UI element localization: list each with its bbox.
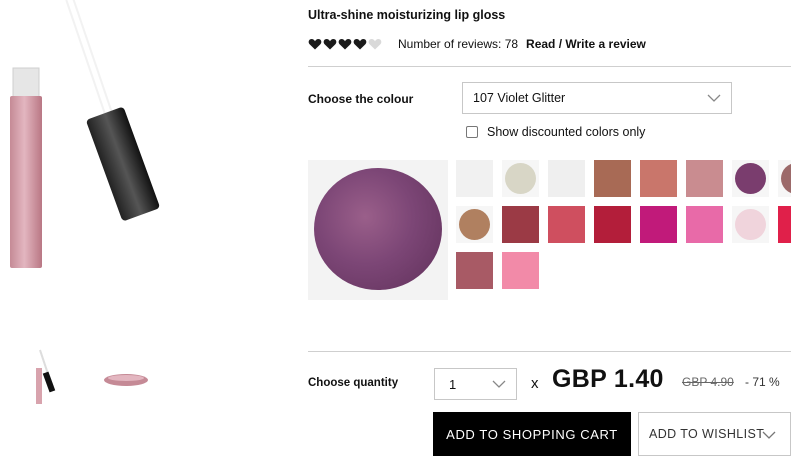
shade-swatch-color bbox=[548, 206, 585, 243]
selected-shade-swatch bbox=[314, 168, 442, 290]
shade-swatch-color bbox=[640, 206, 677, 243]
shade-swatch-color bbox=[456, 160, 493, 197]
shade-swatch[interactable] bbox=[456, 160, 493, 197]
add-to-wishlist-button[interactable]: ADD TO WISHLIST bbox=[638, 412, 791, 456]
heart-filled-icon bbox=[323, 38, 337, 50]
shade-swatch[interactable] bbox=[594, 206, 631, 243]
rating-hearts bbox=[308, 37, 382, 51]
shade-swatch[interactable] bbox=[548, 206, 585, 243]
heart-filled-icon bbox=[338, 38, 352, 50]
shade-swatch-color bbox=[781, 163, 791, 194]
chevron-down-icon bbox=[492, 380, 506, 388]
add-to-cart-button[interactable]: ADD TO SHOPPING CART bbox=[433, 412, 631, 456]
shade-swatch-color bbox=[505, 163, 536, 194]
lip-gloss-image bbox=[10, 0, 160, 268]
thumbnail-product[interactable] bbox=[28, 348, 68, 408]
shade-swatch-color bbox=[735, 163, 766, 194]
review-count: Number of reviews: 78 bbox=[398, 37, 519, 51]
thumbnail-gloss-smear-image bbox=[104, 374, 148, 386]
shade-swatch[interactable] bbox=[456, 206, 493, 243]
thumbnail-swatch[interactable] bbox=[100, 360, 152, 400]
shade-swatch-color bbox=[778, 206, 791, 243]
heart-filled-icon bbox=[308, 38, 322, 50]
divider bbox=[308, 66, 791, 67]
shade-swatch[interactable] bbox=[502, 160, 539, 197]
quantity-dropdown[interactable]: 1 bbox=[434, 368, 517, 400]
quantity-label: Choose quantity bbox=[308, 377, 399, 389]
shade-swatch[interactable] bbox=[732, 160, 769, 197]
discount-checkbox[interactable] bbox=[466, 126, 478, 138]
discount-filter[interactable]: Show discounted colors only bbox=[466, 125, 645, 139]
divider bbox=[308, 351, 791, 352]
discount-percent: - 71 % bbox=[745, 375, 780, 389]
shade-swatch-color bbox=[686, 206, 723, 243]
thumbnail-tube-image bbox=[36, 349, 56, 404]
shade-swatch-color bbox=[594, 206, 631, 243]
shade-swatch[interactable] bbox=[732, 206, 769, 243]
shade-swatch-color bbox=[686, 160, 723, 197]
colour-dropdown[interactable]: 107 Violet Glitter bbox=[462, 82, 732, 114]
rating-row: Number of reviews: 78 Read / Write a rev… bbox=[308, 36, 646, 52]
shade-swatch[interactable] bbox=[502, 206, 539, 243]
chevron-down-icon bbox=[762, 431, 776, 439]
product-title: Ultra-shine moisturizing lip gloss bbox=[308, 8, 506, 22]
heart-filled-icon bbox=[353, 38, 367, 50]
shade-swatch[interactable] bbox=[502, 252, 539, 289]
quantity-value: 1 bbox=[449, 376, 457, 392]
multiply-sign: x bbox=[531, 375, 539, 392]
add-to-wishlist-label: ADD TO WISHLIST bbox=[649, 427, 765, 441]
heart-empty-icon bbox=[368, 38, 382, 50]
shade-swatch-color bbox=[548, 160, 585, 197]
shade-swatch[interactable] bbox=[640, 206, 677, 243]
shade-swatch-color bbox=[456, 252, 493, 289]
shade-swatch-color bbox=[640, 160, 677, 197]
discount-filter-label: Show discounted colors only bbox=[487, 125, 646, 139]
shade-swatch[interactable] bbox=[640, 160, 677, 197]
product-main-image bbox=[0, 0, 200, 300]
shade-swatch[interactable] bbox=[686, 160, 723, 197]
shade-swatch[interactable] bbox=[456, 252, 493, 289]
shade-swatch[interactable] bbox=[778, 160, 791, 197]
shade-swatch-color bbox=[459, 209, 490, 240]
shade-swatch[interactable] bbox=[594, 160, 631, 197]
selected-shade-preview bbox=[308, 160, 448, 300]
read-write-review-link[interactable]: Read / Write a review bbox=[526, 37, 646, 51]
shade-swatch-color bbox=[594, 160, 631, 197]
chevron-down-icon bbox=[707, 94, 721, 102]
shade-swatch-color bbox=[502, 206, 539, 243]
colour-label: Choose the colour bbox=[308, 92, 414, 106]
shade-swatch[interactable] bbox=[778, 206, 791, 243]
shade-swatch-color bbox=[502, 252, 539, 289]
shade-swatch[interactable] bbox=[686, 206, 723, 243]
colour-dropdown-value: 107 Violet Glitter bbox=[473, 91, 566, 105]
original-price: GBP 4.90 bbox=[682, 375, 734, 389]
shade-swatch-color bbox=[735, 209, 766, 240]
shade-swatch[interactable] bbox=[548, 160, 585, 197]
current-price: GBP 1.40 bbox=[552, 365, 664, 393]
